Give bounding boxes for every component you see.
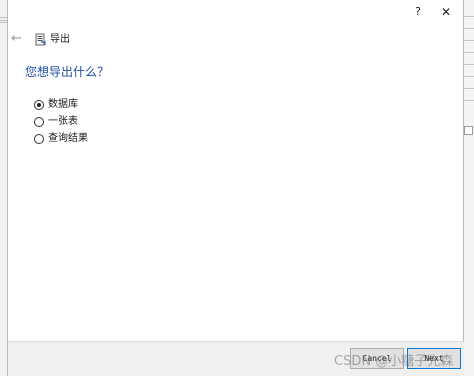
export-dialog: ? ✕ ← 导出 您想导出什么？ 数据库 一张表 查询结果 Cancel Nex… xyxy=(7,0,464,376)
screen: ? ✕ ← 导出 您想导出什么？ 数据库 一张表 查询结果 Cancel Nex… xyxy=(0,0,474,376)
title-bar: ? ✕ xyxy=(8,0,463,24)
background-window-right xyxy=(464,0,474,376)
header-title: 导出 xyxy=(50,34,70,45)
back-arrow-icon[interactable]: ← xyxy=(11,32,22,46)
cancel-button[interactable]: Cancel xyxy=(350,348,404,369)
dialog-footer: Cancel Next xyxy=(8,341,464,376)
export-options: 数据库 一张表 查询结果 xyxy=(34,96,88,147)
next-button[interactable]: Next xyxy=(407,348,461,369)
option-database[interactable]: 数据库 xyxy=(34,96,88,113)
option-label: 查询结果 xyxy=(48,132,88,144)
option-label: 一张表 xyxy=(48,115,78,127)
close-button[interactable]: ✕ xyxy=(432,4,460,20)
radio-database[interactable] xyxy=(34,99,44,110)
radio-table[interactable] xyxy=(34,116,44,127)
radio-query-result[interactable] xyxy=(34,133,44,144)
option-table[interactable]: 一张表 xyxy=(34,113,88,130)
option-query-result[interactable]: 查询结果 xyxy=(34,130,88,147)
question-heading: 您想导出什么？ xyxy=(25,65,110,79)
help-button[interactable]: ? xyxy=(408,4,428,20)
wizard-header: ← 导出 xyxy=(8,28,464,52)
option-label: 数据库 xyxy=(48,98,78,110)
export-icon xyxy=(35,33,46,46)
